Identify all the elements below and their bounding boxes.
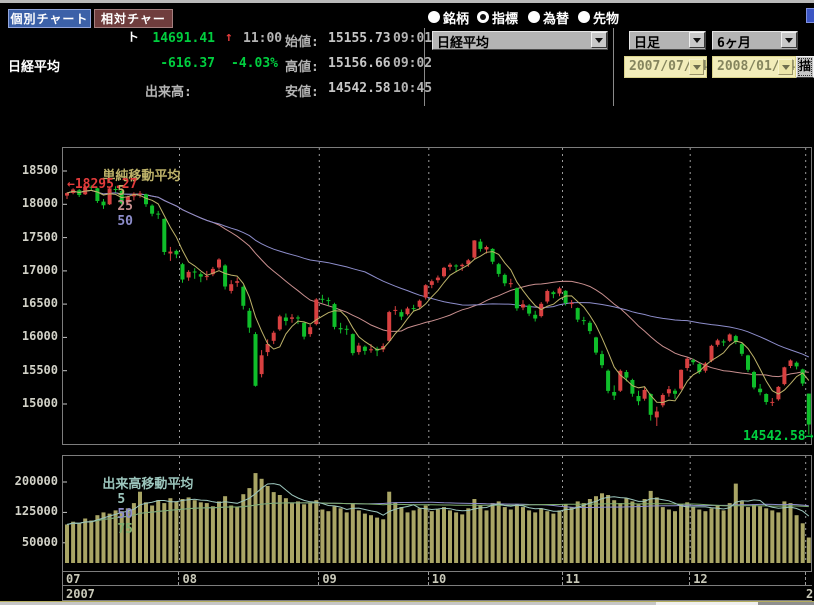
header-separator bbox=[613, 28, 614, 106]
symbol-select-value: 日経平均 bbox=[437, 32, 489, 51]
arrow-down-glyph bbox=[693, 65, 701, 70]
month-label: 09 bbox=[322, 572, 336, 586]
open-time: 09:01 bbox=[393, 31, 432, 46]
date-to-select[interactable]: 2008/01/04 bbox=[712, 56, 796, 78]
arrow-down-glyph bbox=[785, 38, 793, 43]
volume-chart: 出来高移動平均 5 50 75 bbox=[62, 455, 812, 572]
y-tick-label: 18500 bbox=[0, 163, 58, 177]
month-label: 07 bbox=[66, 572, 80, 586]
y-tick-label: 50000 bbox=[0, 535, 58, 549]
price-y-axis: 18500 18000 17500 17000 16500 16000 15500 15000 bbox=[0, 147, 58, 445]
radio-label: 為替 bbox=[543, 8, 569, 27]
x-axis-years: 2007 2 bbox=[0, 587, 814, 600]
range-select-value: 6ヶ月 bbox=[717, 32, 751, 51]
month-boundary-tick bbox=[562, 572, 564, 585]
axis-divider bbox=[62, 585, 812, 586]
y-tick-label: 16500 bbox=[0, 296, 58, 310]
symbol-select[interactable]: 日経平均 bbox=[432, 31, 608, 50]
high-label: 高値: bbox=[285, 56, 319, 75]
month-label: 12 bbox=[693, 572, 707, 586]
month-label: 10 bbox=[432, 572, 446, 586]
header-separator bbox=[424, 28, 425, 106]
change-percent: -4.03% bbox=[226, 56, 278, 71]
y-tick-label: 125000 bbox=[0, 504, 58, 518]
volume-ma-legend-title: 出来高移動平均 bbox=[102, 477, 193, 492]
radio-icon bbox=[528, 11, 540, 23]
volume-label: 出来高: bbox=[145, 81, 192, 100]
month-boundary-tick bbox=[689, 572, 691, 585]
vma75-legend-label: 75 bbox=[117, 522, 133, 537]
month-boundary-tick bbox=[178, 572, 180, 585]
radio-index[interactable]: 指標 bbox=[477, 10, 518, 24]
ma50-legend-label: 50 bbox=[117, 214, 133, 229]
window-corner-fragment bbox=[806, 8, 814, 23]
chevron-down-icon[interactable] bbox=[689, 59, 704, 75]
vma50-legend-label: 50 bbox=[117, 507, 133, 522]
y-tick-label: 15500 bbox=[0, 363, 58, 377]
high-time: 09:02 bbox=[393, 56, 432, 71]
up-arrow-icon: ↑ bbox=[225, 30, 233, 45]
tab-individual-chart[interactable]: 個別チャート bbox=[8, 9, 91, 28]
last-price-time: 11:00 bbox=[243, 31, 282, 46]
low-time: 10:45 bbox=[393, 81, 432, 96]
low-label: 安値: bbox=[285, 81, 319, 100]
arrow-down-glyph bbox=[595, 38, 603, 43]
interval-select[interactable]: 日足 bbox=[629, 31, 706, 50]
month-boundary-tick bbox=[805, 572, 807, 585]
year-label: 2007 bbox=[66, 587, 95, 601]
radio-icon bbox=[477, 11, 489, 23]
y-tick-label: 17500 bbox=[0, 230, 58, 244]
radio-stock[interactable]: 銘柄 bbox=[428, 10, 469, 24]
open-value: 15155.73 bbox=[328, 31, 391, 46]
y-tick-label: 15000 bbox=[0, 396, 58, 410]
tab-relative-chart[interactable]: 相対チャート bbox=[94, 9, 173, 28]
volume-ma-legend: 出来高移動平均 5 50 75 bbox=[71, 458, 193, 552]
month-label: 08 bbox=[182, 572, 196, 586]
y-tick-label: 16000 bbox=[0, 329, 58, 343]
radio-icon bbox=[428, 11, 440, 23]
last-price: 14691.41 bbox=[145, 31, 215, 46]
open-label: 始値: bbox=[285, 31, 319, 50]
volume-y-axis: 200000 125000 50000 bbox=[0, 455, 58, 572]
x-axis-months: 07 08 09 10 11 12 bbox=[0, 572, 814, 586]
change-value: -616.37 bbox=[145, 56, 215, 71]
month-boundary-tick bbox=[428, 572, 430, 585]
year-label-partial: 2 bbox=[806, 587, 813, 601]
draw-chart-button[interactable]: 描 bbox=[796, 56, 814, 78]
price-ma-legend: 単純移動平均 5 25 50 bbox=[71, 150, 180, 244]
radio-icon bbox=[578, 11, 590, 23]
date-from-select[interactable]: 2007/07/04 bbox=[624, 56, 707, 78]
interval-select-value: 日足 bbox=[634, 32, 660, 51]
chevron-down-icon[interactable] bbox=[689, 32, 705, 48]
chevron-down-icon[interactable] bbox=[781, 32, 797, 48]
month-boundary-tick bbox=[318, 572, 320, 585]
period-high-annotation: ←18295.27 bbox=[67, 177, 137, 192]
symbol-name: 日経平均 bbox=[8, 56, 60, 75]
radio-label: 銘柄 bbox=[443, 8, 469, 27]
chevron-down-icon[interactable] bbox=[591, 32, 607, 48]
y-tick-label: 18000 bbox=[0, 196, 58, 210]
month-label: 11 bbox=[566, 572, 580, 586]
price-chart: 単純移動平均 5 25 50 ←18295.27 14542.58→ bbox=[62, 147, 812, 445]
chevron-down-icon[interactable] bbox=[778, 59, 793, 75]
radio-fx[interactable]: 為替 bbox=[528, 10, 569, 24]
arrow-down-glyph bbox=[693, 38, 701, 43]
y-tick-label: 17000 bbox=[0, 263, 58, 277]
radio-label: 指標 bbox=[492, 8, 518, 27]
period-low-annotation: 14542.58→ bbox=[743, 429, 813, 444]
radio-label: 先物 bbox=[593, 8, 619, 27]
range-select[interactable]: 6ヶ月 bbox=[712, 31, 798, 50]
low-value: 14542.58 bbox=[328, 81, 391, 96]
window-top-frame bbox=[0, 0, 814, 3]
y-tick-label: 200000 bbox=[0, 474, 58, 488]
vma5-legend-label: 5 bbox=[117, 492, 125, 507]
high-value: 15156.66 bbox=[328, 56, 391, 71]
chart-app-window: { "tabs": [ {"label": "個別チャート", "active"… bbox=[0, 0, 814, 605]
radio-futures[interactable]: 先物 bbox=[578, 10, 619, 24]
arrow-down-glyph bbox=[782, 65, 790, 70]
ma25-legend-label: 25 bbox=[117, 199, 133, 214]
